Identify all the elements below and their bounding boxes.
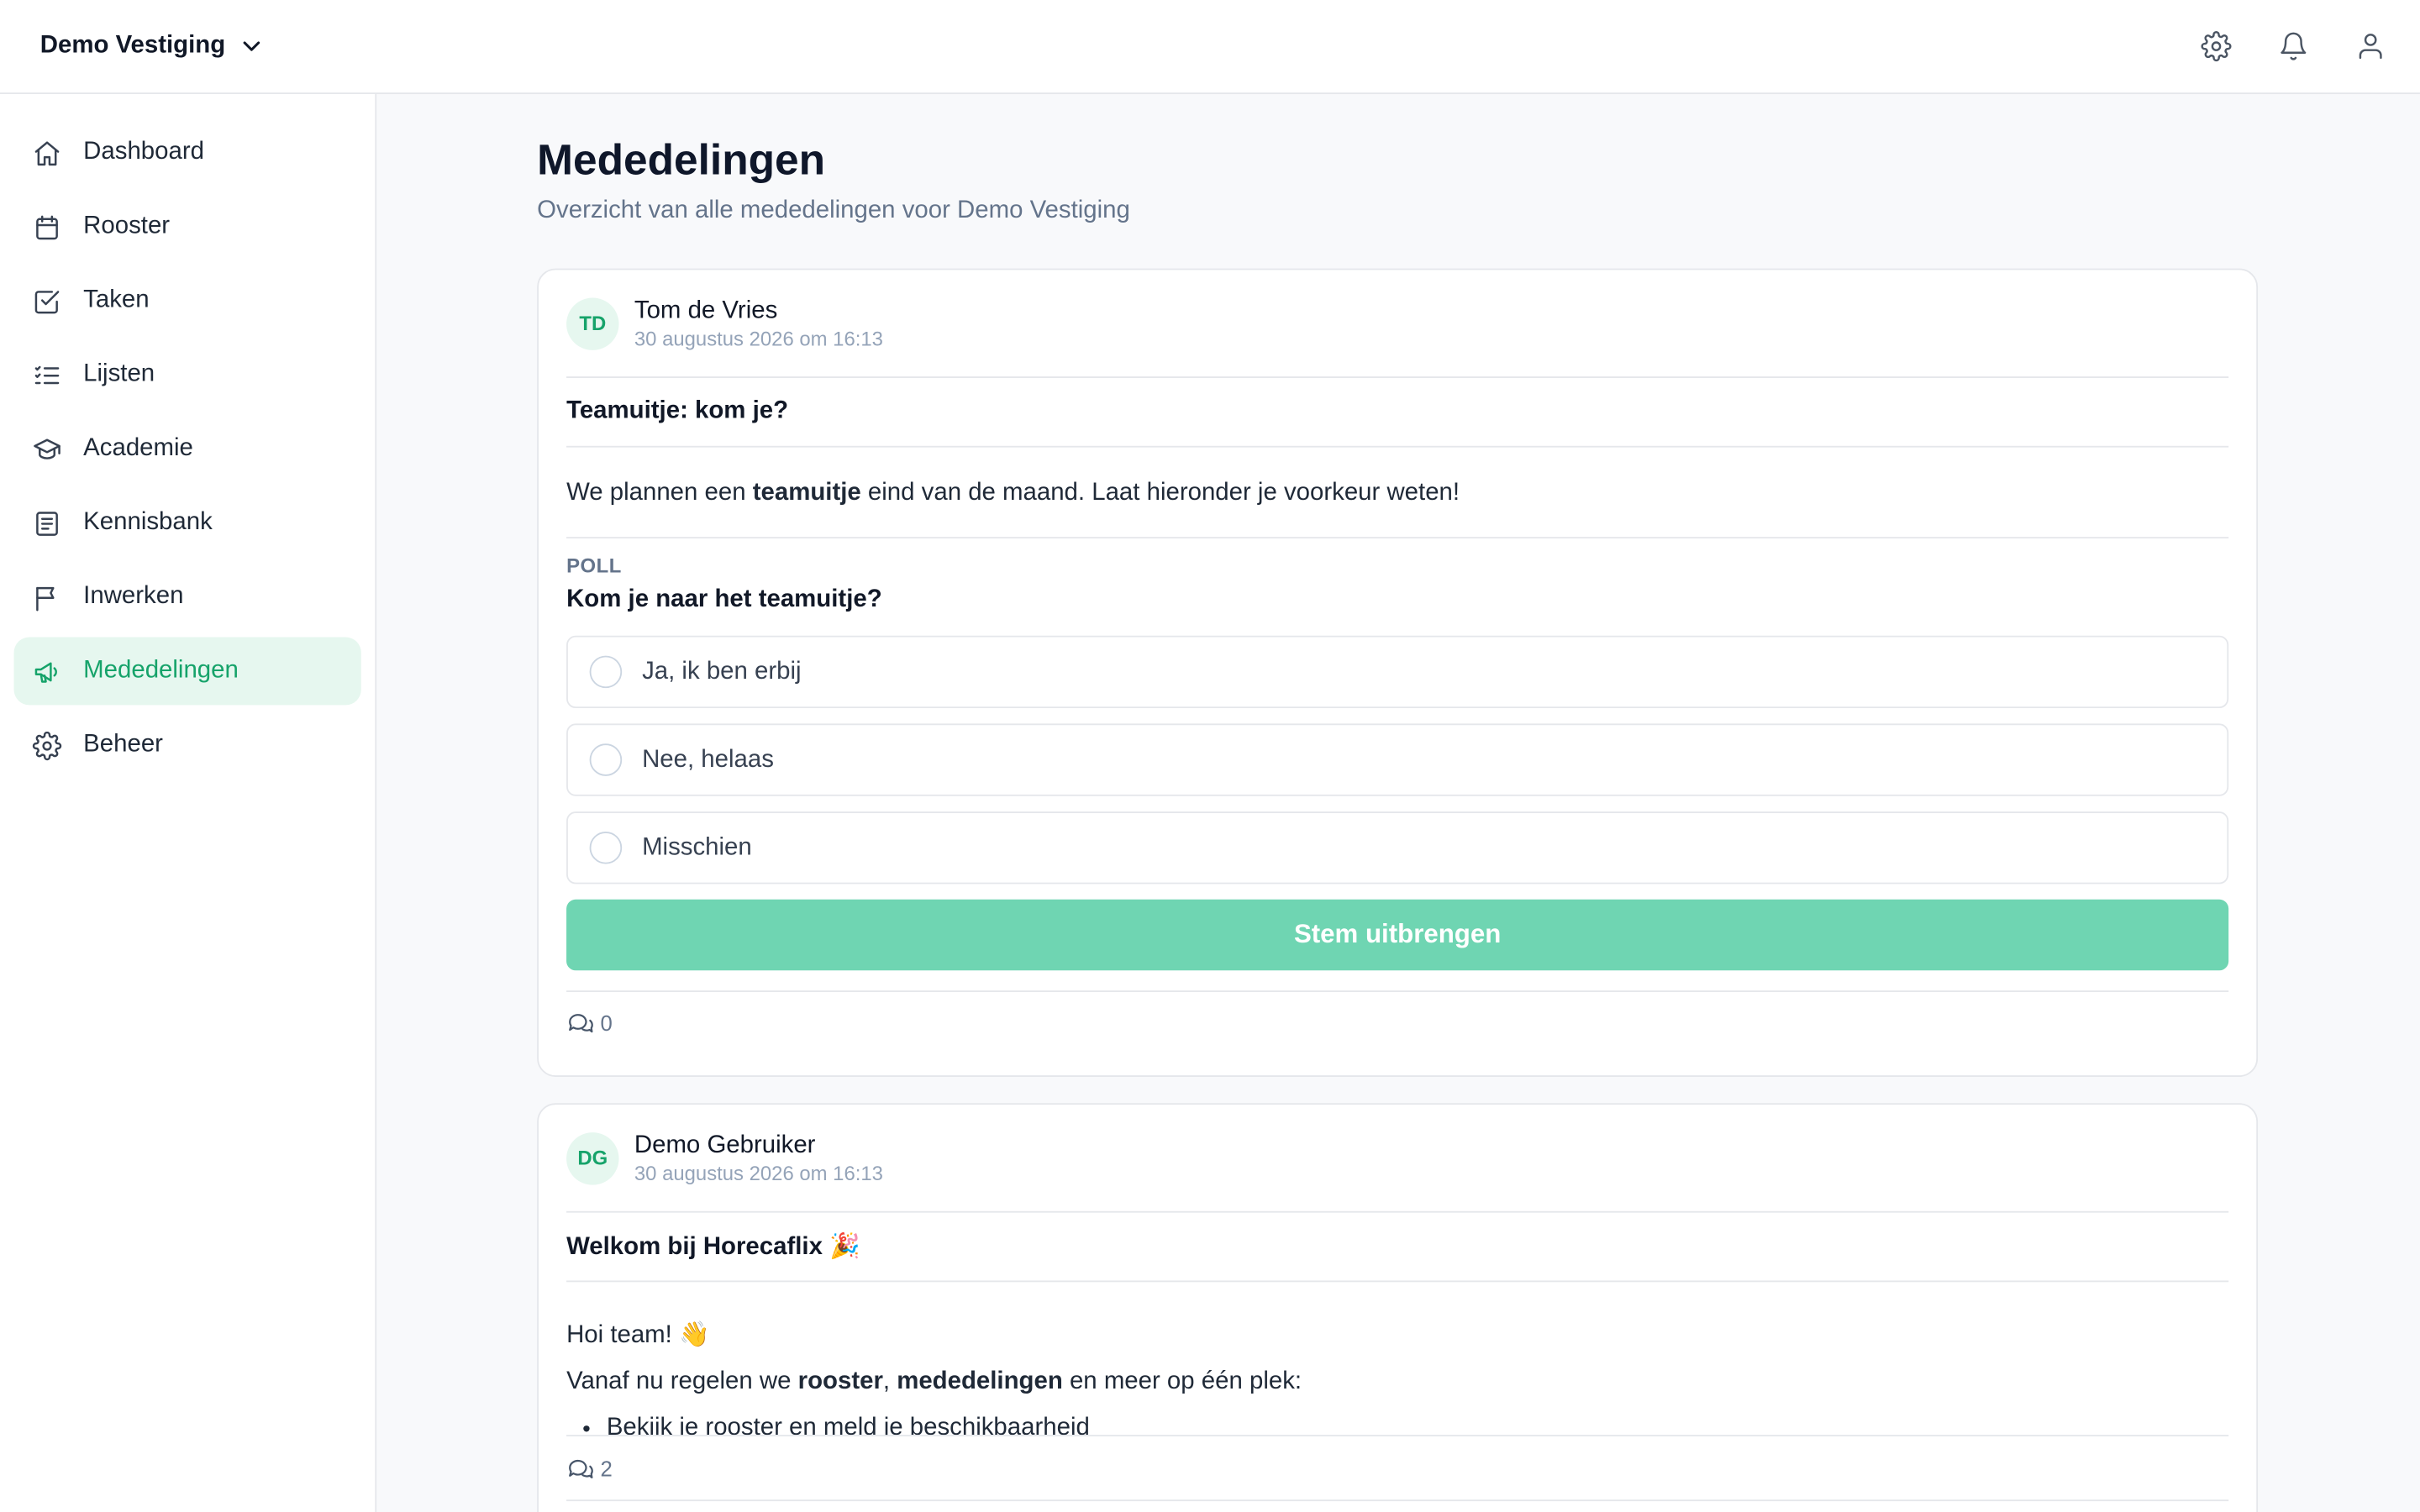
- sidebar-item-label: Mededelingen: [83, 657, 239, 684]
- announcement-card: TD Tom de Vries 30 augustus 2026 om 16:1…: [537, 268, 2259, 1078]
- poll: POLL Kom je naar het teamuitje? Ja, ik b…: [566, 538, 2229, 971]
- poll-option-label: Ja, ik ben erbij: [642, 658, 802, 685]
- avatar: TD: [566, 297, 619, 350]
- sidebar: Dashboard Rooster Taken Lijsten Academie…: [0, 94, 377, 1512]
- poll-option[interactable]: Nee, helaas: [566, 723, 2229, 796]
- announcement-card: DG Demo Gebruiker 30 augustus 2026 om 16…: [537, 1103, 2259, 1512]
- sidebar-item-mededelingen[interactable]: Mededelingen: [13, 637, 361, 706]
- bell-icon[interactable]: [2275, 28, 2312, 65]
- sidebar-item-academie[interactable]: Academie: [14, 415, 361, 483]
- comment-count: 0: [600, 1010, 613, 1035]
- avatar: DG: [566, 1131, 619, 1184]
- user-icon[interactable]: [2352, 28, 2389, 65]
- sidebar-item-rooster[interactable]: Rooster: [14, 193, 361, 261]
- page-subtitle: Overzicht van alle mededelingen voor Dem…: [537, 197, 1130, 224]
- post-paragraph: Vanaf nu regelen we rooster, mededelinge…: [566, 1368, 1302, 1395]
- post-title: Teamuitje: kom je?: [566, 378, 2229, 448]
- post-bullet-list: Bekijk je rooster en meld je beschikbaar…: [566, 1405, 2228, 1435]
- radio-button[interactable]: [589, 743, 623, 776]
- sidebar-item-inwerken[interactable]: Inwerken: [14, 563, 361, 631]
- sidebar-item-taken[interactable]: Taken: [14, 267, 361, 335]
- comment-count: 2: [600, 1455, 613, 1481]
- sidebar-item-label: Beheer: [83, 731, 163, 758]
- list-item: Bekijk je rooster en meld je beschikbaar…: [607, 1405, 2228, 1435]
- radio-button[interactable]: [589, 655, 623, 689]
- page-title: Mededelingen: [537, 135, 826, 184]
- poll-label: POLL: [566, 554, 622, 577]
- flag-icon: [36, 585, 55, 611]
- post-header: TD Tom de Vries 30 augustus 2026 om 16:1…: [566, 270, 2229, 378]
- megaphone-icon: [34, 661, 57, 682]
- document-icon: [36, 511, 58, 535]
- sidebar-item-beheer[interactable]: Beheer: [14, 711, 361, 780]
- poll-question: Kom je naar het teamuitje?: [566, 585, 882, 613]
- sidebar-item-label: Lijsten: [83, 360, 155, 388]
- comments-button[interactable]: 2: [566, 1436, 2229, 1502]
- post-body: Hoi team! 👋 Vanaf nu regelen we rooster,…: [566, 1282, 2229, 1436]
- location-name: Demo Vestiging: [39, 32, 226, 59]
- calendar-icon: [36, 214, 58, 239]
- comments-button[interactable]: 0: [566, 990, 2229, 1052]
- comments-icon: [569, 1013, 593, 1032]
- sidebar-item-label: Rooster: [83, 213, 171, 239]
- location-switcher[interactable]: Demo Vestiging: [40, 33, 266, 60]
- home-icon: [34, 140, 60, 165]
- poll-option[interactable]: Misschien: [566, 811, 2229, 885]
- post-header: DG Demo Gebruiker 30 augustus 2026 om 16…: [566, 1105, 2229, 1213]
- post-author: Tom de Vries: [634, 297, 778, 323]
- sidebar-item-label: Kennisbank: [83, 509, 213, 536]
- sidebar-item-label: Academie: [83, 434, 193, 462]
- top-bar: Demo Vestiging: [0, 0, 2420, 95]
- list-icon: [34, 365, 60, 384]
- post-date: 30 augustus 2026 om 16:13: [634, 1161, 883, 1184]
- post-body: We plannen een teamuitje eind van de maa…: [566, 448, 2229, 539]
- sidebar-item-kennisbank[interactable]: Kennisbank: [14, 489, 361, 557]
- comments-icon: [569, 1458, 593, 1478]
- sidebar-item-lijsten[interactable]: Lijsten: [14, 341, 361, 409]
- sidebar-item-label: Taken: [83, 286, 150, 313]
- graduation-cap-icon: [34, 438, 60, 459]
- checkbox-icon: [34, 290, 60, 313]
- settings-icon[interactable]: [2197, 28, 2234, 65]
- sidebar-item-dashboard[interactable]: Dashboard: [14, 118, 361, 186]
- main-content: Mededelingen Overzicht van alle mededeli…: [376, 94, 2420, 1512]
- chevron-down-icon: [243, 41, 260, 51]
- post-date: 30 augustus 2026 om 16:13: [634, 326, 883, 350]
- gear-icon: [32, 730, 62, 760]
- poll-option-label: Misschien: [642, 833, 752, 860]
- post-title: Welkom bij Horecaflix 🎉: [566, 1213, 2229, 1283]
- post-greeting: Hoi team! 👋: [566, 1322, 710, 1349]
- poll-option[interactable]: Ja, ik ben erbij: [566, 635, 2229, 709]
- sidebar-item-label: Inwerken: [83, 583, 184, 610]
- post-author: Demo Gebruiker: [634, 1131, 816, 1158]
- sidebar-item-label: Dashboard: [83, 139, 204, 165]
- radio-button[interactable]: [589, 831, 623, 864]
- vote-button[interactable]: Stem uitbrengen: [566, 899, 2229, 971]
- poll-option-label: Nee, helaas: [642, 746, 774, 773]
